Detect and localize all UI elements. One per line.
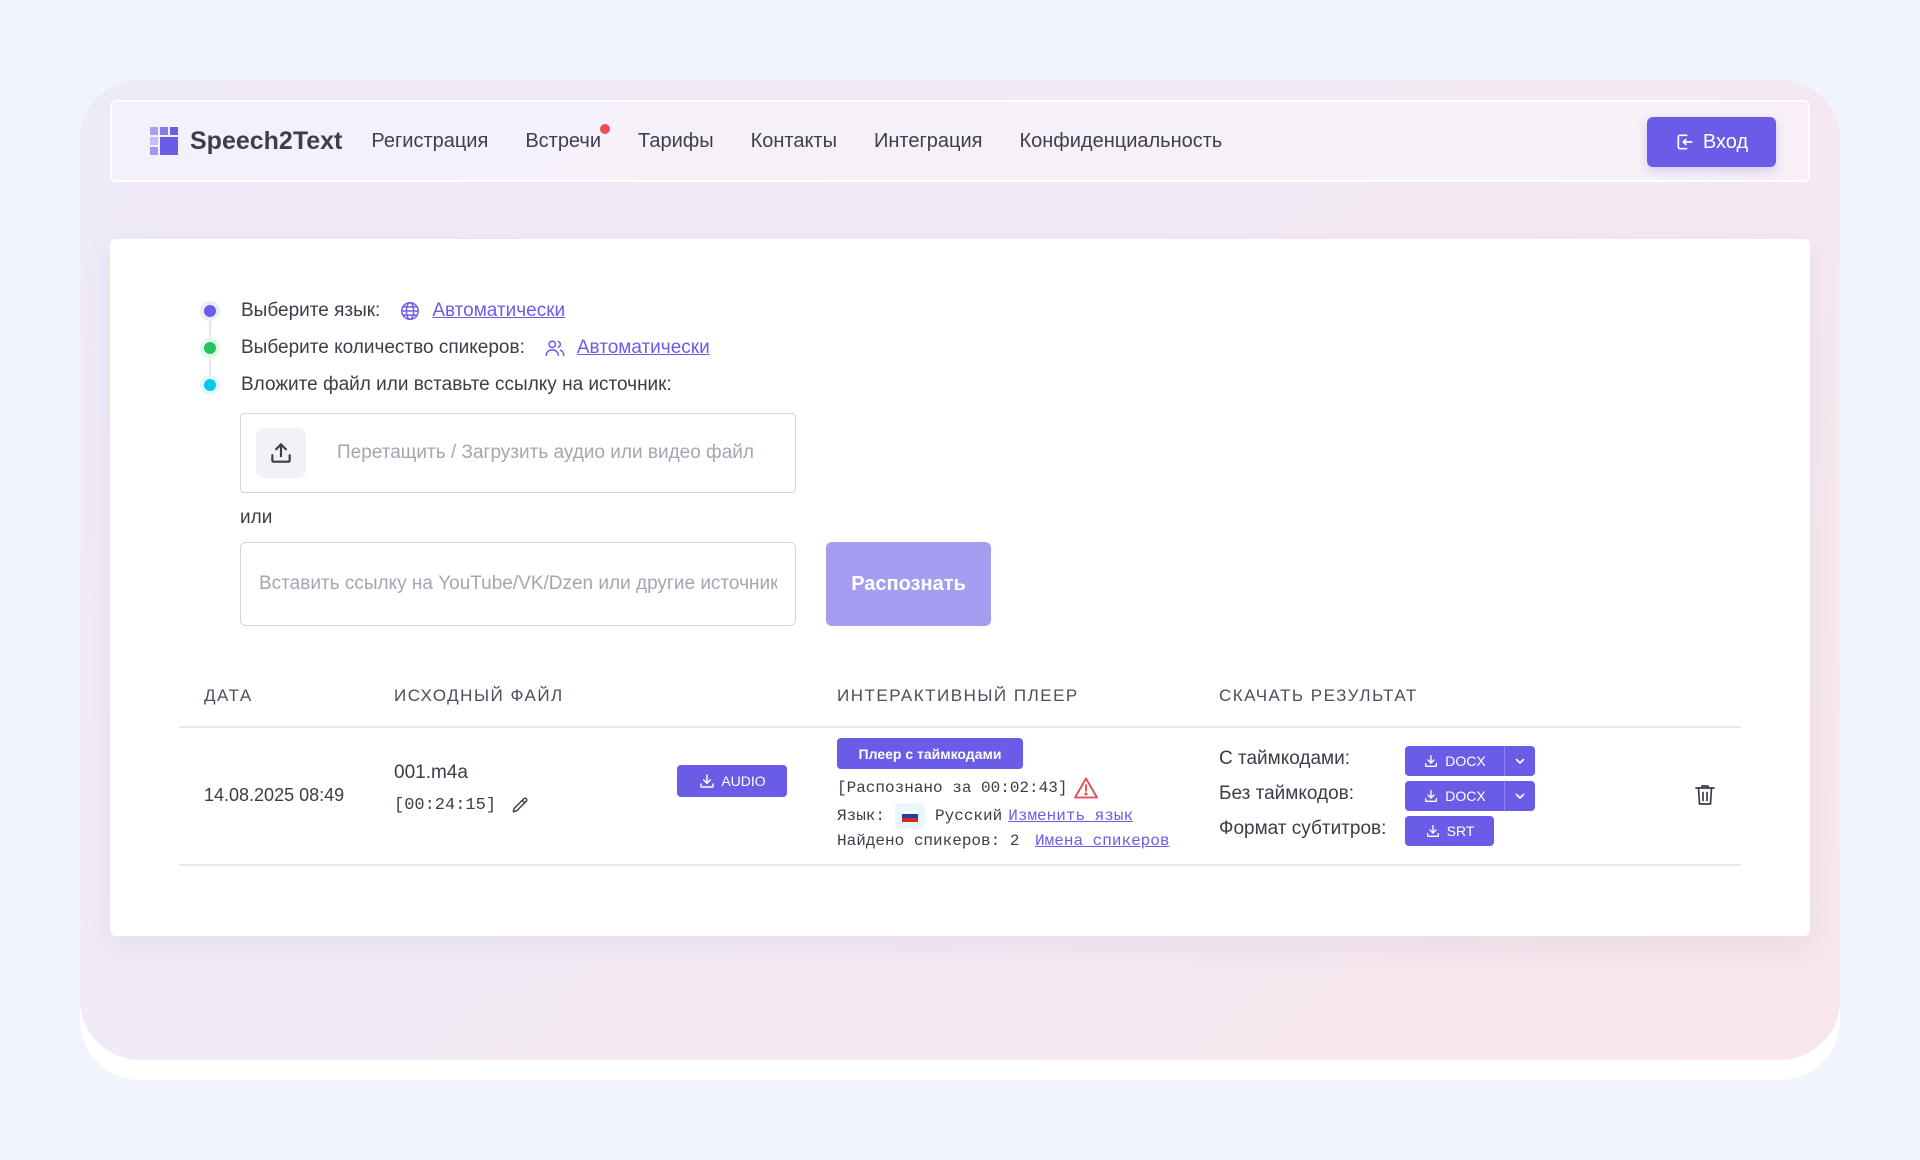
without-timecodes-label: Без таймкодов: xyxy=(1219,783,1355,804)
step-speakers-label: Выберите количество спикеров: xyxy=(241,337,525,358)
login-button[interactable]: Вход xyxy=(1647,117,1776,167)
step-speakers: Выберите количество спикеров: Автоматиче… xyxy=(200,336,710,360)
download-icon xyxy=(1425,790,1438,802)
row-duration-value: [00:24:15] xyxy=(394,795,497,815)
warning-icon[interactable] xyxy=(1073,776,1099,800)
source-link-input[interactable] xyxy=(240,542,796,626)
speakers-select-link[interactable]: Автоматически xyxy=(577,337,710,359)
nav-link-meetings[interactable]: Встречи xyxy=(525,123,610,153)
recognition-time-text: [Распознано за 00:02:43] xyxy=(837,779,1068,797)
step-bullet xyxy=(200,301,220,321)
login-label: Вход xyxy=(1702,130,1749,153)
row-duration: [00:24:15] xyxy=(394,795,530,815)
recognize-button[interactable]: Распознать xyxy=(826,542,991,626)
nav-link-contacts[interactable]: Контакты xyxy=(751,130,837,153)
with-timecodes-label: С таймкодами: xyxy=(1219,748,1351,769)
download-icon xyxy=(700,774,715,788)
row-language: Язык: Русский Изменить язык xyxy=(837,803,1133,829)
download-icon xyxy=(1426,825,1439,837)
speaker-names-link[interactable]: Имена спикеров xyxy=(1035,832,1169,850)
audio-label: AUDIO xyxy=(721,773,766,789)
russia-flag-icon xyxy=(895,803,926,829)
nav-link-meetings-label: Встречи xyxy=(525,129,601,152)
edit-pencil-icon[interactable] xyxy=(510,795,530,815)
top-navbar: Speech2Text Регистрация Встречи Тарифы К… xyxy=(110,100,1810,182)
step-bullet xyxy=(200,375,220,395)
column-header-source-file: ИСХОДНЫЙ ФАЙЛ xyxy=(394,686,564,705)
nav-link-privacy[interactable]: Конфиденциальность xyxy=(1019,130,1222,153)
main-card: Выберите язык: Автоматически Выберите ко… xyxy=(110,239,1810,936)
upload-placeholder: Перетащить / Загрузить аудио или видео ф… xyxy=(337,442,754,463)
nav-links: Регистрация Встречи Тарифы Контакты Инте… xyxy=(371,123,1259,153)
download-srt-main: SRT xyxy=(1405,816,1494,846)
login-icon xyxy=(1677,134,1693,150)
delete-trash-icon[interactable] xyxy=(1694,783,1716,807)
recognition-time: [Распознано за 00:02:43] xyxy=(837,776,1099,800)
language-name: Русский xyxy=(935,807,1003,825)
download-docx-timecodes-main[interactable]: DOCX xyxy=(1405,746,1504,776)
download-docx-plain-main[interactable]: DOCX xyxy=(1405,781,1504,811)
change-language-link[interactable]: Изменить язык xyxy=(1008,807,1133,825)
table-header-divider xyxy=(179,726,1741,728)
brand-name: Speech2Text xyxy=(190,126,343,155)
step-bullet xyxy=(200,338,220,358)
step-language-label: Выберите язык: xyxy=(241,300,381,321)
column-header-download: СКАЧАТЬ РЕЗУЛЬТАТ xyxy=(1219,686,1418,705)
download-audio-button[interactable]: AUDIO xyxy=(677,765,787,797)
upload-icon[interactable] xyxy=(256,428,306,478)
brand-logo[interactable]: Speech2Text xyxy=(150,127,342,156)
column-header-date: ДАТА xyxy=(204,686,253,705)
nav-link-registration[interactable]: Регистрация xyxy=(371,130,488,153)
download-srt-button[interactable]: SRT xyxy=(1405,816,1494,846)
row-file-name: 001.m4a xyxy=(394,762,468,783)
column-header-player: ИНТЕРАКТИВНЫЙ ПЛЕЕР xyxy=(837,686,1079,705)
file-upload-dropzone[interactable]: Перетащить / Загрузить аудио или видео ф… xyxy=(240,413,796,493)
nav-link-integration[interactable]: Интеграция xyxy=(874,130,982,153)
globe-icon xyxy=(398,299,422,323)
srt-label: SRT xyxy=(1446,823,1475,839)
docx-label: DOCX xyxy=(1445,753,1486,769)
docx-label: DOCX xyxy=(1445,788,1486,804)
speakers-found-text: Найдено спикеров: 2 xyxy=(837,832,1020,850)
step-source: Вложите файл или вставьте ссылку на исто… xyxy=(200,373,672,397)
row-speakers: Найдено спикеров: 2 Имена спикеров xyxy=(837,832,1169,850)
download-icon xyxy=(1425,755,1438,767)
notification-dot xyxy=(600,123,610,134)
download-docx-plain-button[interactable]: DOCX xyxy=(1405,781,1535,811)
or-separator: или xyxy=(240,507,273,528)
table-row-divider xyxy=(179,864,1741,866)
language-prefix: Язык: xyxy=(837,807,886,825)
step-source-label: Вложите файл или вставьте ссылку на исто… xyxy=(241,374,672,395)
subtitles-format-label: Формат субтитров: xyxy=(1219,818,1387,839)
logo-mark-icon xyxy=(150,127,178,155)
language-select-link[interactable]: Автоматически xyxy=(432,300,565,322)
open-player-button[interactable]: Плеер с таймкодами xyxy=(837,738,1023,769)
step-language: Выберите язык: Автоматически xyxy=(200,299,565,323)
download-docx-timecodes-button[interactable]: DOCX xyxy=(1405,746,1535,776)
row-date: 14.08.2025 08:49 xyxy=(204,785,345,805)
chevron-down-icon[interactable] xyxy=(1505,746,1535,776)
nav-link-pricing[interactable]: Тарифы xyxy=(638,130,714,153)
chevron-down-icon[interactable] xyxy=(1505,781,1535,811)
users-icon xyxy=(543,336,567,360)
